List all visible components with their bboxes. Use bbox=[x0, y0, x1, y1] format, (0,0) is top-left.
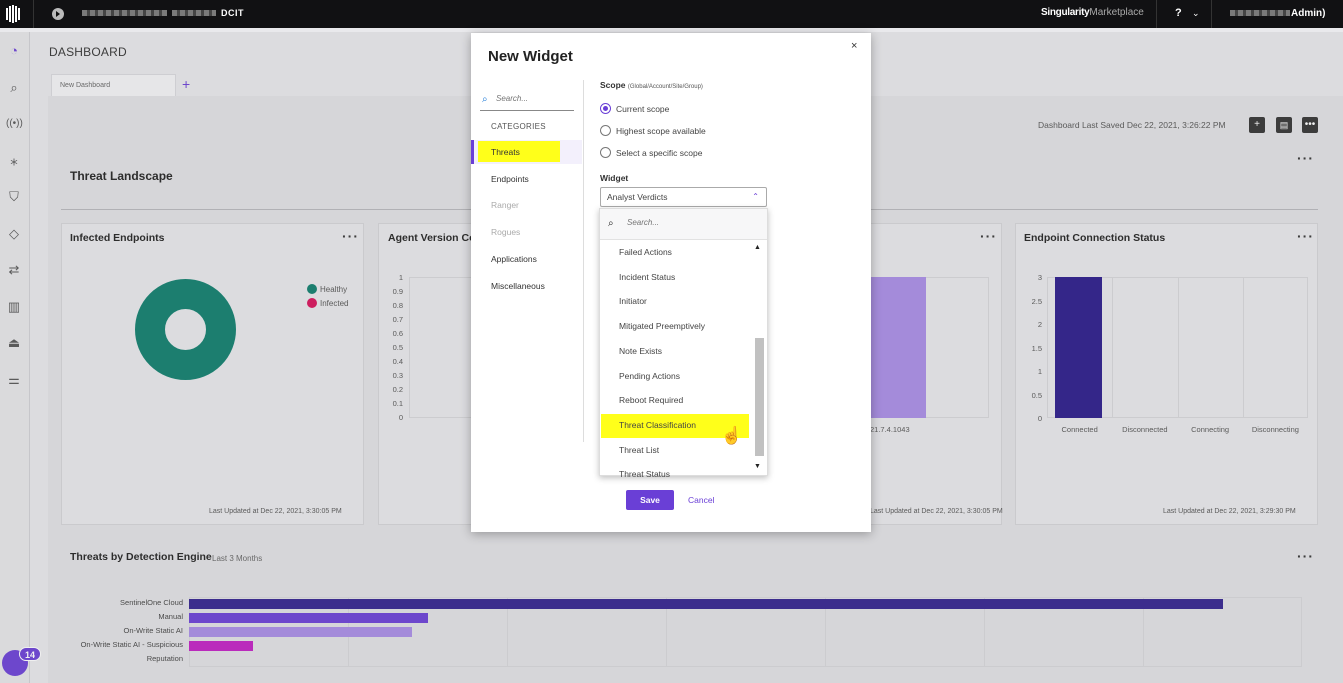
divider bbox=[1156, 0, 1157, 28]
category-item[interactable]: Applications bbox=[471, 247, 582, 271]
close-icon[interactable]: × bbox=[851, 40, 857, 52]
category-item: Ranger bbox=[471, 193, 582, 217]
scope-radio-label[interactable]: Select a specific scope bbox=[616, 148, 702, 158]
category-label: Rogues bbox=[491, 227, 521, 238]
site-name[interactable]: DCIT bbox=[221, 8, 244, 18]
chevron-down-icon[interactable]: ⌄ bbox=[1192, 8, 1200, 19]
widget-select[interactable]: Analyst Verdicts ⌃ bbox=[600, 187, 767, 207]
widget-select-value: Analyst Verdicts bbox=[607, 192, 668, 202]
redacted-text bbox=[172, 10, 216, 16]
sentinelone-logo[interactable] bbox=[6, 5, 20, 23]
hand-cursor-icon: ☝ bbox=[721, 426, 743, 445]
new-widget-dialog: New Widget × ⌕ CATEGORIES Threats Endpoin… bbox=[471, 33, 871, 532]
dropdown-option[interactable]: Failed Actions bbox=[600, 241, 750, 265]
scope-hint: (Global/Account/Site/Group) bbox=[627, 84, 703, 90]
widget-label: Widget bbox=[600, 173, 629, 183]
category-label: Ranger bbox=[491, 200, 519, 211]
chevron-up-icon: ⌃ bbox=[752, 192, 759, 201]
marketplace-brand: Singularity bbox=[1041, 7, 1090, 18]
dropdown-option[interactable]: Reboot Required bbox=[600, 389, 750, 413]
scope-label-text: Scope bbox=[600, 80, 626, 90]
scope-radio[interactable] bbox=[600, 103, 611, 114]
marketplace-link[interactable]: SingularityMarketplace bbox=[1041, 7, 1144, 18]
dropdown-option[interactable]: Initiator bbox=[600, 290, 750, 314]
dropdown-search[interactable]: ⌕ bbox=[600, 209, 767, 240]
redacted-text bbox=[82, 10, 167, 16]
top-bar: DCIT SingularityMarketplace ? ⌄ Admin) bbox=[0, 0, 1343, 28]
dropdown-option[interactable]: Mitigated Preemptively bbox=[600, 315, 750, 339]
scope-radio[interactable] bbox=[600, 147, 611, 158]
category-item[interactable]: Threats bbox=[471, 140, 582, 164]
scroll-down-arrow-icon[interactable]: ▼ bbox=[754, 463, 761, 470]
cancel-button[interactable]: Cancel bbox=[688, 495, 714, 505]
scope-selector-icon[interactable] bbox=[52, 8, 64, 20]
category-item[interactable]: Miscellaneous bbox=[471, 274, 582, 298]
scope-radio-label[interactable]: Highest scope available bbox=[616, 126, 706, 136]
category-item: Rogues bbox=[471, 220, 582, 244]
scroll-up-arrow-icon[interactable]: ▲ bbox=[754, 244, 761, 251]
categories-header: CATEGORIES bbox=[491, 122, 546, 131]
marketplace-word: Marketplace bbox=[1089, 7, 1144, 18]
user-menu[interactable]: Admin) bbox=[1291, 8, 1325, 19]
dialog-title: New Widget bbox=[488, 48, 573, 65]
dropdown-option[interactable]: Note Exists bbox=[600, 340, 750, 364]
category-label: Applications bbox=[491, 253, 537, 264]
scope-radio-label[interactable]: Current scope bbox=[616, 104, 669, 114]
scope-radio[interactable] bbox=[600, 125, 611, 136]
dropdown-option[interactable]: Incident Status bbox=[600, 266, 750, 290]
category-item[interactable]: Endpoints bbox=[471, 167, 582, 191]
dropdown-option[interactable]: Threat Status bbox=[600, 463, 750, 477]
search-icon: ⌕ bbox=[482, 94, 488, 105]
dropdown-option[interactable]: Pending Actions bbox=[600, 365, 750, 389]
category-search[interactable]: ⌕ bbox=[480, 91, 574, 111]
category-label: Threats bbox=[491, 147, 520, 157]
redacted-username bbox=[1230, 10, 1290, 16]
dropdown-search-input[interactable] bbox=[627, 218, 747, 227]
widget-dropdown: ⌕ Failed ActionsIncident StatusInitiator… bbox=[599, 208, 768, 477]
category-label: Miscellaneous bbox=[491, 280, 545, 291]
category-search-input[interactable] bbox=[496, 94, 570, 103]
scrollbar-thumb[interactable] bbox=[755, 338, 764, 456]
scope-label: Scope (Global/Account/Site/Group) bbox=[600, 80, 703, 90]
divider bbox=[583, 80, 584, 442]
help-button[interactable]: ? bbox=[1175, 7, 1182, 19]
save-button[interactable]: Save bbox=[626, 490, 674, 510]
category-label: Endpoints bbox=[491, 173, 529, 184]
search-icon: ⌕ bbox=[608, 218, 614, 229]
divider bbox=[1211, 0, 1212, 28]
dropdown-scrollbar[interactable]: ▲ ▼ bbox=[751, 241, 767, 475]
divider bbox=[33, 0, 34, 28]
